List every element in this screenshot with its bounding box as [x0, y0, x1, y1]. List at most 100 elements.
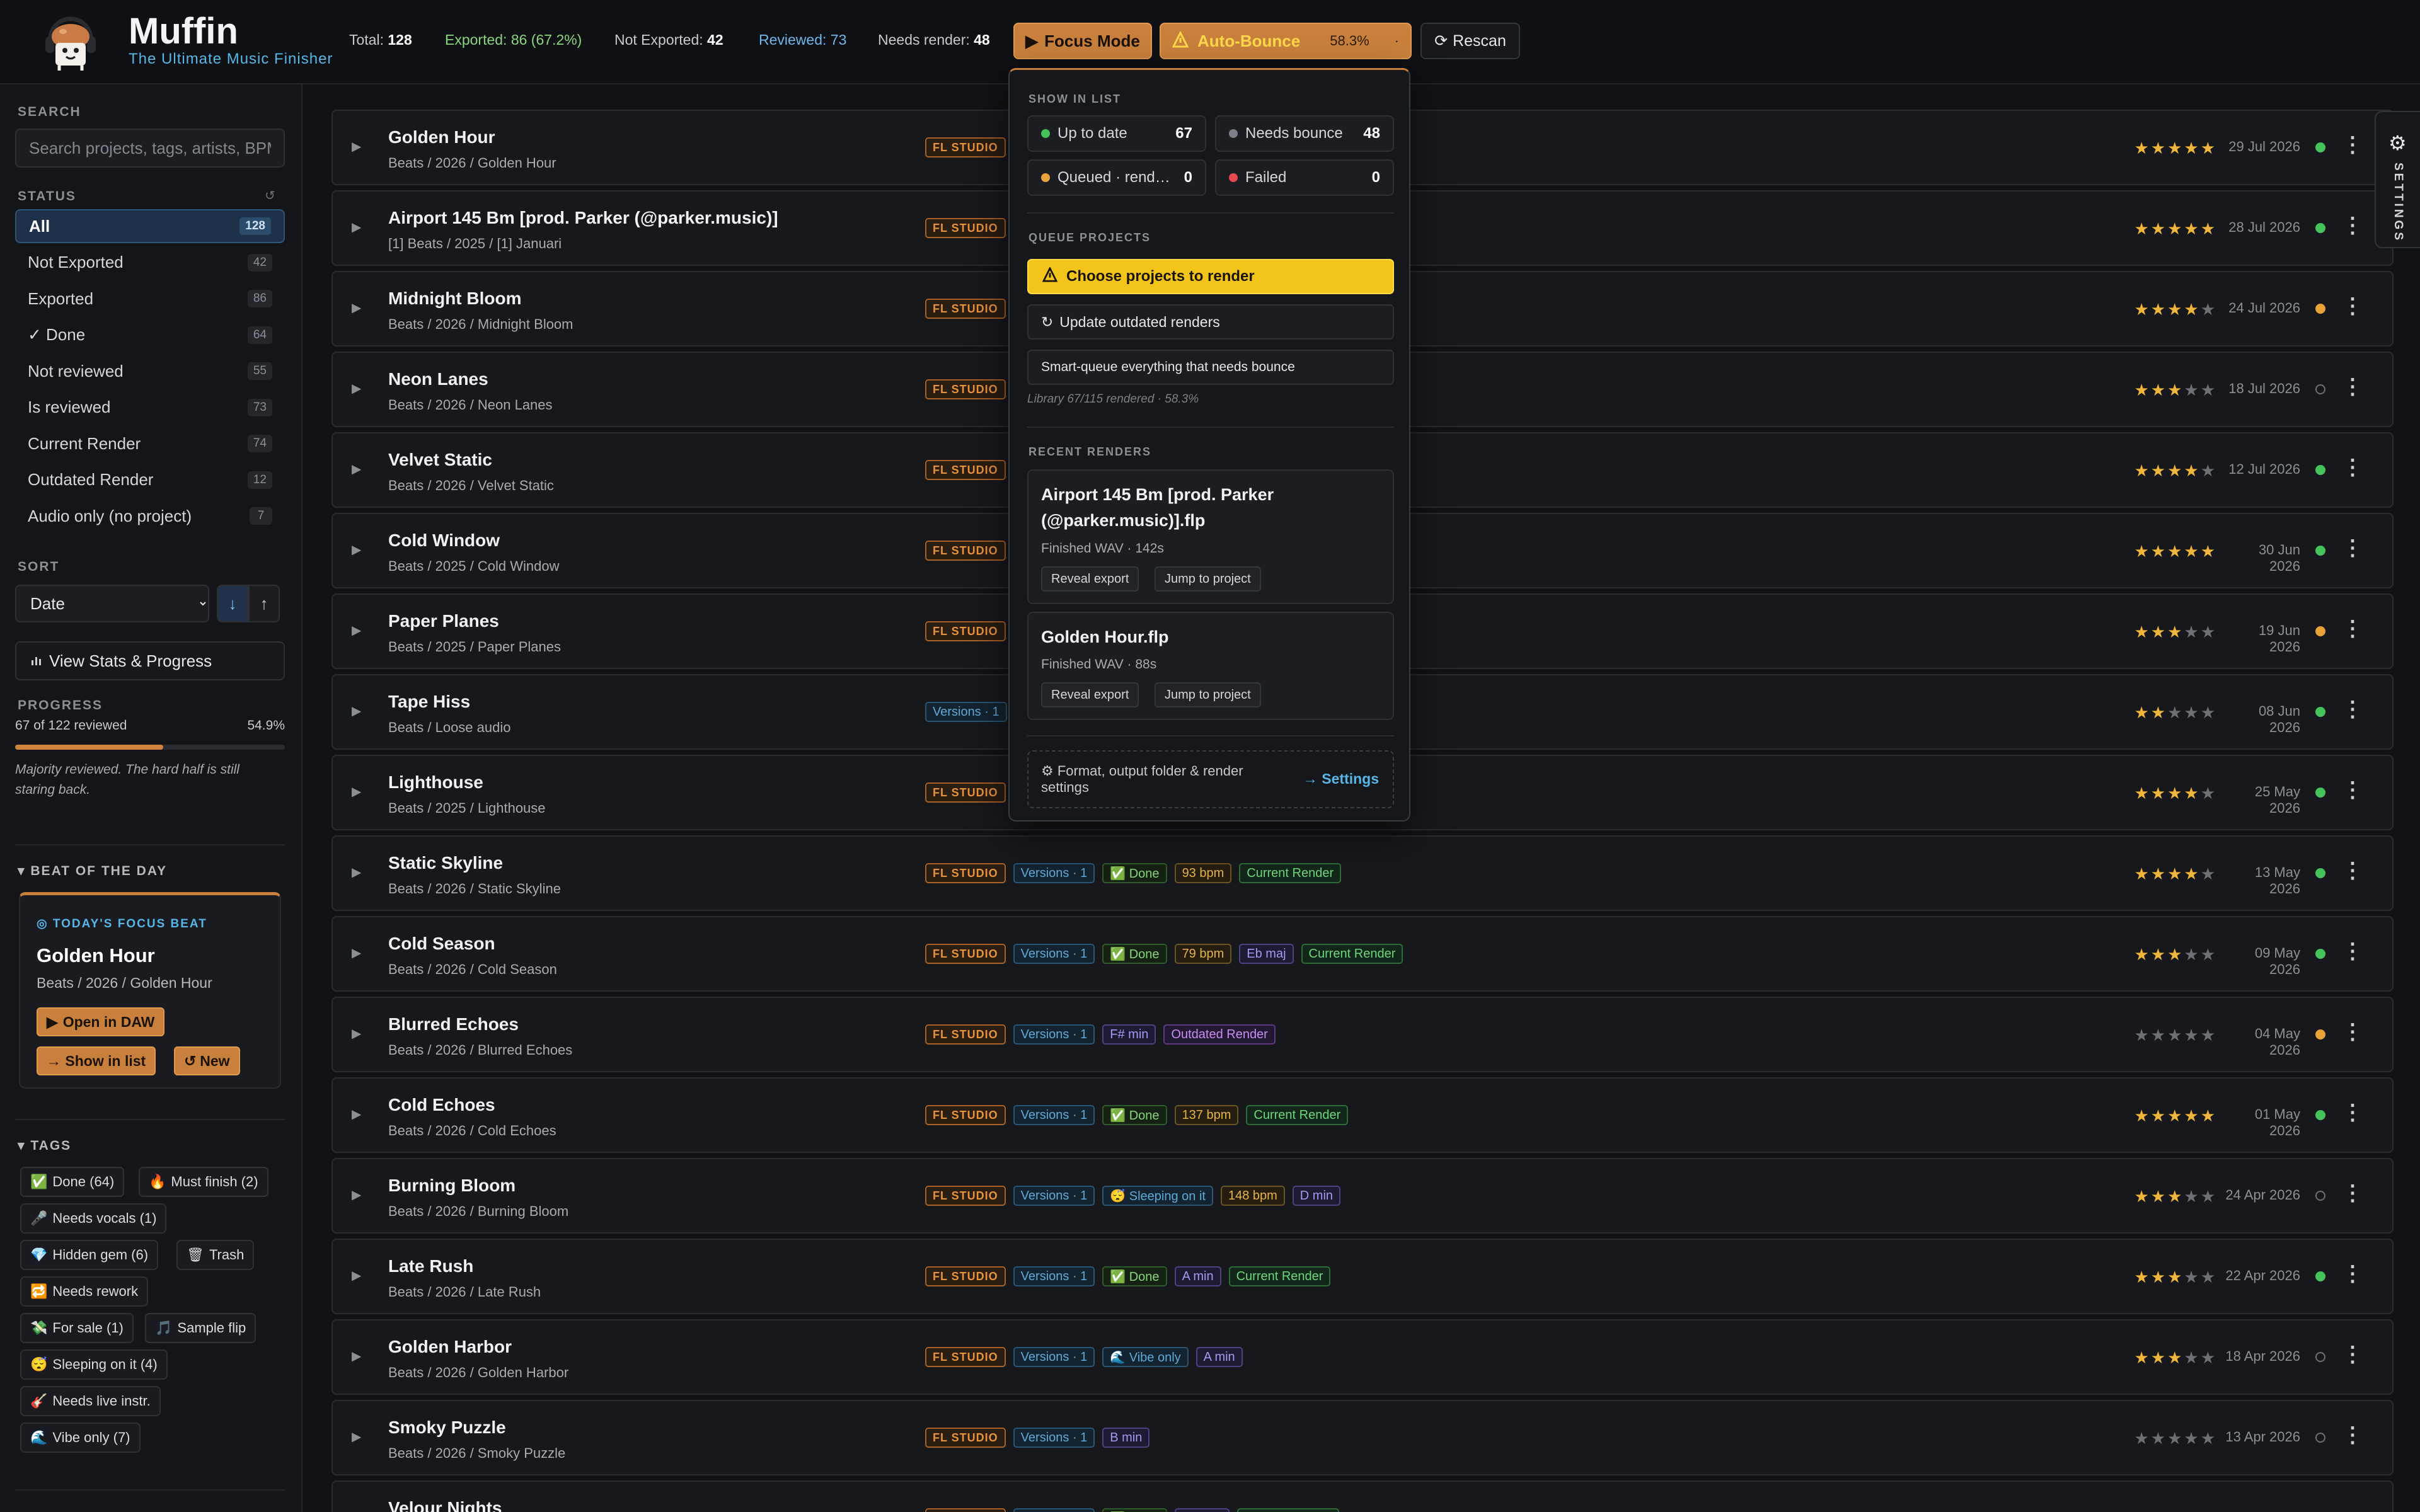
star-icon[interactable]: ★ [2201, 139, 2217, 158]
tag-chip[interactable]: 🔁 Needs rework [20, 1276, 149, 1307]
star-icon[interactable]: ★ [2184, 461, 2200, 480]
star-icon[interactable]: ★ [2201, 542, 2217, 561]
more-menu-icon[interactable]: ⋮ [2342, 374, 2363, 399]
star-icon[interactable]: ★ [2151, 1348, 2167, 1367]
star-icon[interactable]: ★ [2201, 703, 2217, 722]
more-menu-icon[interactable]: ⋮ [2342, 858, 2363, 883]
star-icon[interactable]: ★ [2201, 622, 2217, 641]
rating-stars[interactable]: ★★★★★ [2134, 542, 2217, 561]
star-icon[interactable]: ★ [2201, 1106, 2217, 1125]
update-outdated-button[interactable]: ↻ Update outdated renders [1027, 304, 1394, 340]
star-icon[interactable]: ★ [2167, 864, 2184, 883]
star-icon[interactable]: ★ [2134, 1268, 2150, 1286]
search-input[interactable] [15, 129, 285, 168]
status-filter-item[interactable]: Exported 86 [15, 282, 285, 316]
star-icon[interactable]: ★ [2167, 784, 2184, 803]
star-icon[interactable]: ★ [2184, 1026, 2200, 1045]
expand-caret-icon[interactable]: ▶ [352, 1187, 361, 1203]
status-filter-item[interactable]: ✓ Done 64 [15, 318, 285, 352]
tag-chip[interactable]: 🗑 Trash [176, 1240, 255, 1270]
star-icon[interactable]: ★ [2201, 219, 2217, 238]
star-icon[interactable]: ★ [2167, 1026, 2184, 1045]
rating-stars[interactable]: ★★★★★ [2134, 381, 2217, 400]
more-menu-icon[interactable]: ⋮ [2342, 455, 2363, 480]
more-menu-icon[interactable]: ⋮ [2342, 616, 2363, 641]
project-row[interactable]: ▶ Burning Bloom Beats / 2026 / Burning Blo… [331, 1158, 2394, 1234]
tag-chip[interactable]: 🌊 Vibe only (7) [20, 1423, 141, 1453]
rating-stars[interactable]: ★★★★★ [2134, 139, 2217, 158]
expand-caret-icon[interactable]: ▶ [352, 542, 361, 558]
choose-projects-button[interactable]: Choose projects to render [1027, 259, 1394, 294]
rating-stars[interactable]: ★★★★★ [2134, 784, 2217, 803]
status-filter-item[interactable]: Audio only (no project) 7 [15, 499, 285, 533]
star-icon[interactable]: ★ [2134, 622, 2150, 641]
star-icon[interactable]: ★ [2184, 864, 2200, 883]
star-icon[interactable]: ★ [2201, 864, 2217, 883]
focus-mode-button[interactable]: ▶ Focus Mode [1013, 23, 1152, 59]
star-icon[interactable]: ★ [2184, 381, 2200, 399]
project-row[interactable]: ▶ Golden Harbor Beats / 2026 / Golden Harb… [331, 1319, 2394, 1395]
star-icon[interactable]: ★ [2151, 542, 2167, 561]
star-icon[interactable]: ★ [2151, 622, 2167, 641]
star-icon[interactable]: ★ [2151, 1026, 2167, 1045]
more-menu-icon[interactable]: ⋮ [2342, 536, 2363, 561]
star-icon[interactable]: ★ [2151, 461, 2167, 480]
star-icon[interactable]: ★ [2151, 300, 2167, 319]
star-icon[interactable]: ★ [2167, 1187, 2184, 1206]
rating-stars[interactable]: ★★★★★ [2134, 1429, 2217, 1448]
more-menu-icon[interactable]: ⋮ [2342, 939, 2363, 964]
star-icon[interactable]: ★ [2151, 1106, 2167, 1125]
star-icon[interactable]: ★ [2167, 219, 2184, 238]
jump-to-project-button[interactable]: Jump to project [1155, 682, 1261, 707]
rating-stars[interactable]: ★★★★★ [2134, 622, 2217, 642]
star-icon[interactable]: ★ [2184, 542, 2200, 561]
expand-caret-icon[interactable]: ▶ [352, 864, 361, 880]
rating-stars[interactable]: ★★★★★ [2134, 1187, 2217, 1206]
rating-stars[interactable]: ★★★★★ [2134, 1106, 2217, 1126]
expand-caret-icon[interactable]: ▶ [352, 139, 361, 154]
star-icon[interactable]: ★ [2184, 300, 2200, 319]
expand-caret-icon[interactable]: ▶ [352, 219, 361, 235]
more-menu-icon[interactable]: ⋮ [2342, 294, 2363, 319]
star-icon[interactable]: ★ [2201, 1348, 2217, 1367]
rating-stars[interactable]: ★★★★★ [2134, 864, 2217, 884]
star-icon[interactable]: ★ [2167, 1429, 2184, 1448]
star-icon[interactable]: ★ [2134, 945, 2150, 964]
star-icon[interactable]: ★ [2184, 1187, 2200, 1206]
expand-caret-icon[interactable]: ▶ [352, 1106, 361, 1122]
show-in-list-button[interactable]: → Show in list [37, 1046, 156, 1075]
star-icon[interactable]: ★ [2167, 139, 2184, 158]
rating-stars[interactable]: ★★★★★ [2134, 461, 2217, 481]
star-icon[interactable]: ★ [2134, 864, 2150, 883]
star-icon[interactable]: ★ [2151, 1268, 2167, 1286]
star-icon[interactable]: ★ [2167, 945, 2184, 964]
render-status-tile[interactable]: Needs bounce 48 [1215, 115, 1394, 152]
tag-chip[interactable]: 🎸 Needs live instr. [20, 1386, 161, 1416]
smart-queue-button[interactable]: Smart-queue everything that needs bounce [1027, 350, 1394, 385]
project-row[interactable]: ▶ Smoky Puzzle Beats / 2026 / Smoky Puzzle… [331, 1400, 2394, 1475]
expand-caret-icon[interactable]: ▶ [352, 1268, 361, 1283]
star-icon[interactable]: ★ [2134, 139, 2150, 158]
status-filter-item[interactable]: Is reviewed 73 [15, 391, 285, 425]
expand-caret-icon[interactable]: ▶ [352, 300, 361, 316]
auto-bounce-button[interactable]: Auto-Bounce 58.3% · [1160, 23, 1412, 59]
star-icon[interactable]: ★ [2201, 1026, 2217, 1045]
expand-caret-icon[interactable]: ▶ [352, 945, 361, 961]
tag-chip[interactable]: 🎤 Needs vocals (1) [20, 1203, 167, 1234]
star-icon[interactable]: ★ [2151, 864, 2167, 883]
tag-chip[interactable]: 🔥 Must finish (2) [139, 1167, 268, 1197]
star-icon[interactable]: ★ [2151, 784, 2167, 803]
status-filter-item[interactable]: Outdated Render 12 [15, 463, 285, 497]
star-icon[interactable]: ★ [2134, 1429, 2150, 1448]
tags-header[interactable]: ▾ TAGS [18, 1138, 71, 1154]
more-menu-icon[interactable]: ⋮ [2342, 1019, 2363, 1045]
rating-stars[interactable]: ★★★★★ [2134, 703, 2217, 723]
project-row[interactable]: ▶ Velour Nights FL STUDIO Versions · 1 ✅ Don… [331, 1480, 2394, 1512]
expand-caret-icon[interactable]: ▶ [352, 703, 361, 719]
star-icon[interactable]: ★ [2134, 381, 2150, 399]
rating-stars[interactable]: ★★★★★ [2134, 219, 2217, 239]
more-menu-icon[interactable]: ⋮ [2342, 213, 2363, 238]
star-icon[interactable]: ★ [2167, 1106, 2184, 1125]
reveal-export-button[interactable]: Reveal export [1041, 682, 1139, 707]
star-icon[interactable]: ★ [2184, 1106, 2200, 1125]
